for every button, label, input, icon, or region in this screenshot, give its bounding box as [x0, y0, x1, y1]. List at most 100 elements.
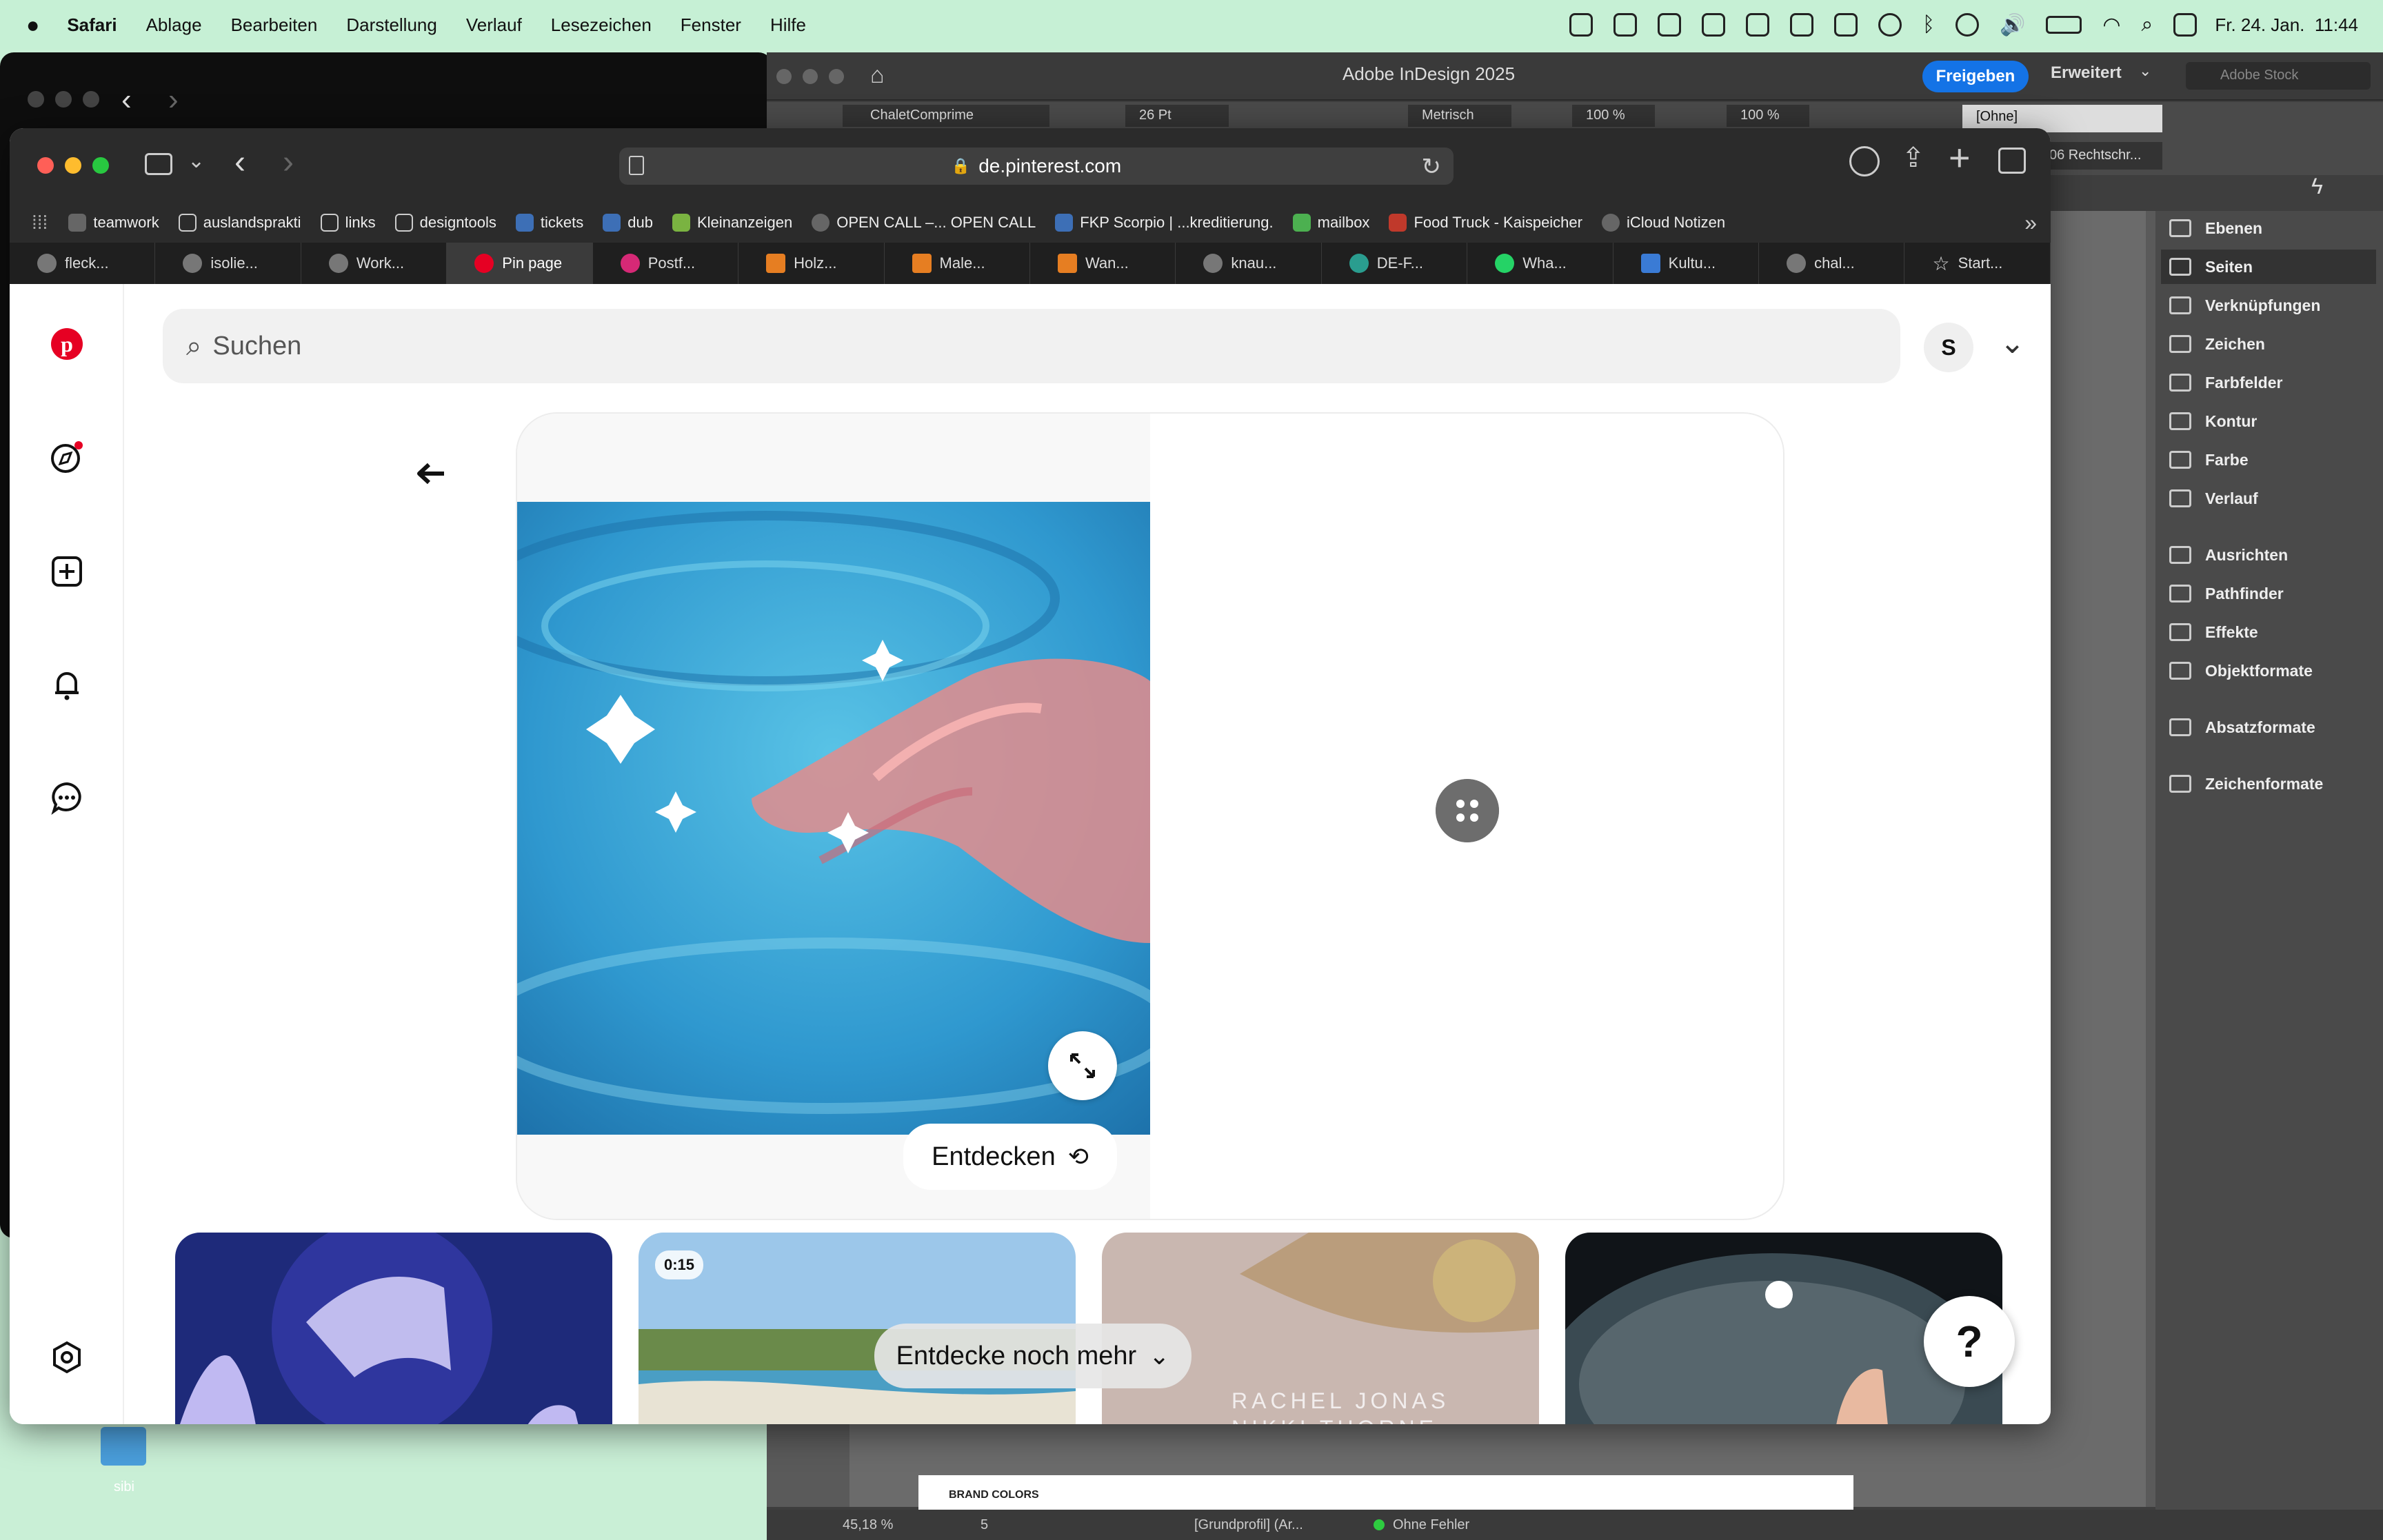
panel-ebenen[interactable]: Ebenen [2169, 211, 2376, 245]
indd-close-button[interactable] [776, 69, 792, 84]
panel-seiten[interactable]: Seiten [2161, 250, 2376, 284]
tab-wha[interactable]: Wha... [1467, 243, 1613, 284]
apple-icon[interactable]: ● [26, 12, 39, 38]
tab-holz[interactable]: Holz... [738, 243, 885, 284]
panel-zeichen[interactable]: Zeichen [2169, 327, 2376, 361]
bookmark-folder-auslandsprakti[interactable]: auslandsprakti [178, 214, 301, 232]
more-bookmarks-icon[interactable]: » [2024, 210, 2037, 236]
home-icon[interactable]: ⌂ [870, 62, 885, 89]
airdrop-icon[interactable] [1955, 13, 1979, 37]
apps-grid-icon[interactable]: ⁞⁞⁞ [32, 212, 48, 234]
notifications-bell-icon[interactable] [50, 667, 84, 702]
creative-cloud-icon[interactable] [1569, 13, 1593, 37]
panel-verknuepfungen[interactable]: Verknüpfungen [2169, 288, 2376, 323]
panel-absatzformate[interactable]: Absatzformate [2169, 710, 2376, 744]
tab-kultu[interactable]: Kultu... [1613, 243, 1760, 284]
panel-ausrichten[interactable]: Ausrichten [2169, 538, 2376, 572]
close-button[interactable] [37, 157, 54, 174]
wifi-icon[interactable]: ◠ [2102, 13, 2120, 37]
bookmark-fkp-scorpio[interactable]: FKP Scorpio | ...kreditierung. [1055, 214, 1274, 232]
search-input[interactable]: Suchen [212, 332, 301, 361]
tab-pin-page[interactable]: Pin page [447, 243, 593, 284]
workspace-dropdown[interactable]: Erweitert [2051, 63, 2122, 83]
menu-ablage[interactable]: Ablage [146, 14, 202, 36]
bookmark-kleinanzeigen[interactable]: Kleinanzeigen [672, 214, 792, 232]
lightning-icon[interactable]: ϟ [2311, 174, 2323, 199]
share-icon[interactable]: ⇪ [1902, 142, 1925, 174]
bookmark-food-truck[interactable]: Food Truck - Kaispeicher [1389, 214, 1582, 232]
pin-thumbnail-1[interactable] [175, 1233, 612, 1424]
bookmark-dub[interactable]: dub [603, 214, 653, 232]
bg-back-icon[interactable]: ‹ [121, 83, 132, 117]
status-app-icon[interactable] [1701, 13, 1725, 37]
tab-wan[interactable]: Wan... [1030, 243, 1176, 284]
vertical-scale-field[interactable]: 100 % [1572, 105, 1655, 127]
panel-farbe[interactable]: Farbe [2169, 443, 2376, 477]
help-button[interactable]: ? [1924, 1296, 2015, 1387]
menu-darstellung[interactable]: Darstellung [346, 14, 437, 36]
horizontal-scale-field[interactable]: 100 % [1727, 105, 1809, 127]
evernote-icon[interactable] [1833, 13, 1858, 37]
profile-avatar[interactable]: S [1924, 323, 1973, 372]
menu-app-name[interactable]: Safari [67, 14, 117, 36]
profile-field[interactable]: [Grundprofil] (Ar... [1194, 1517, 1346, 1533]
page-number-field[interactable]: 5 [981, 1517, 1084, 1533]
reload-icon[interactable]: ↻ [1422, 153, 1442, 181]
new-tab-icon[interactable]: + [1949, 136, 1971, 179]
language-field[interactable]: 06 Rechtschr... [2042, 142, 2162, 170]
explore-compass-icon[interactable] [50, 440, 84, 474]
bookmark-folder-links[interactable]: links [320, 214, 376, 232]
bookmark-folder-designtools[interactable]: designtools [394, 214, 496, 232]
back-icon[interactable]: ‹ [234, 143, 245, 181]
spotlight-icon[interactable]: ⌕ [2142, 13, 2153, 37]
bookmark-open-call[interactable]: OPEN CALL –... OPEN CALL [812, 214, 1036, 232]
tab-work[interactable]: Work... [301, 243, 448, 284]
cloud-sync-icon[interactable] [1657, 13, 1681, 37]
tab-isolie[interactable]: isolie... [155, 243, 301, 284]
share-button[interactable]: Freigeben [1922, 61, 2029, 92]
panel-objektformate[interactable]: Objektformate [2169, 654, 2376, 688]
menu-hilfe[interactable]: Hilfe [770, 14, 806, 36]
zoom-field[interactable]: 45,18 % [843, 1517, 925, 1533]
clock[interactable]: Fr. 24. Jan. 11:44 [2215, 14, 2358, 36]
downloads-icon[interactable] [1849, 146, 1880, 176]
bluetooth-icon[interactable]: ᛒ [1922, 13, 1935, 37]
play-icon[interactable] [1878, 13, 1902, 37]
forward-icon[interactable]: › [283, 143, 294, 181]
control-center-icon[interactable] [2173, 13, 2198, 37]
tab-de-f[interactable]: DE-F... [1322, 243, 1468, 284]
account-chevron-down-icon[interactable]: ⌄ [2000, 325, 2025, 361]
panel-kontur[interactable]: Kontur [2169, 404, 2376, 438]
bookmark-icloud-notizen[interactable]: iCloud Notizen [1601, 214, 1725, 232]
bg-window-traffic-lights[interactable] [28, 91, 103, 108]
volume-icon[interactable]: 🔊 [2000, 13, 2025, 37]
panel-farbfelder[interactable]: Farbfelder [2169, 365, 2376, 400]
tab-postf[interactable]: Postf... [593, 243, 739, 284]
font-size-field[interactable]: 26 Pt [1125, 105, 1229, 127]
outlook-icon[interactable] [1789, 13, 1813, 37]
search-bar[interactable]: ⌕ Suchen [163, 309, 1900, 383]
dropbox-icon[interactable] [1613, 13, 1637, 37]
settings-gear-icon[interactable] [50, 1340, 84, 1375]
indd-minimize-button[interactable] [803, 69, 818, 84]
font-field[interactable]: ChaletComprime [843, 105, 1049, 127]
menu-lesezeichen[interactable]: Lesezeichen [551, 14, 652, 36]
bookmark-teamwork[interactable]: teamwork [68, 214, 159, 232]
create-plus-icon[interactable] [50, 554, 84, 589]
bookmark-mailbox[interactable]: mailbox [1292, 214, 1369, 232]
reader-icon[interactable] [629, 156, 644, 175]
back-arrow-icon[interactable] [414, 456, 448, 491]
panel-zeichenformate[interactable]: Zeichenformate [2169, 767, 2376, 801]
address-bar[interactable]: 🔒 de.pinterest.com ↻ [619, 148, 1454, 185]
tab-overview-icon[interactable] [1998, 148, 2026, 174]
panel-effekte[interactable]: Effekte [2169, 615, 2376, 649]
menu-bearbeiten[interactable]: Bearbeiten [231, 14, 318, 36]
tab-male[interactable]: Male... [885, 243, 1030, 284]
bookmark-tickets[interactable]: tickets [515, 214, 583, 232]
messages-icon[interactable] [50, 780, 84, 815]
kerning-field[interactable]: Metrisch [1408, 105, 1511, 127]
bg-forward-icon[interactable]: › [168, 83, 179, 117]
vpn-shield-icon[interactable] [1745, 13, 1769, 37]
entdecke-noch-mehr-button[interactable]: Entdecke noch mehr ⌄ [874, 1324, 1192, 1388]
expand-icon[interactable] [1048, 1031, 1117, 1100]
